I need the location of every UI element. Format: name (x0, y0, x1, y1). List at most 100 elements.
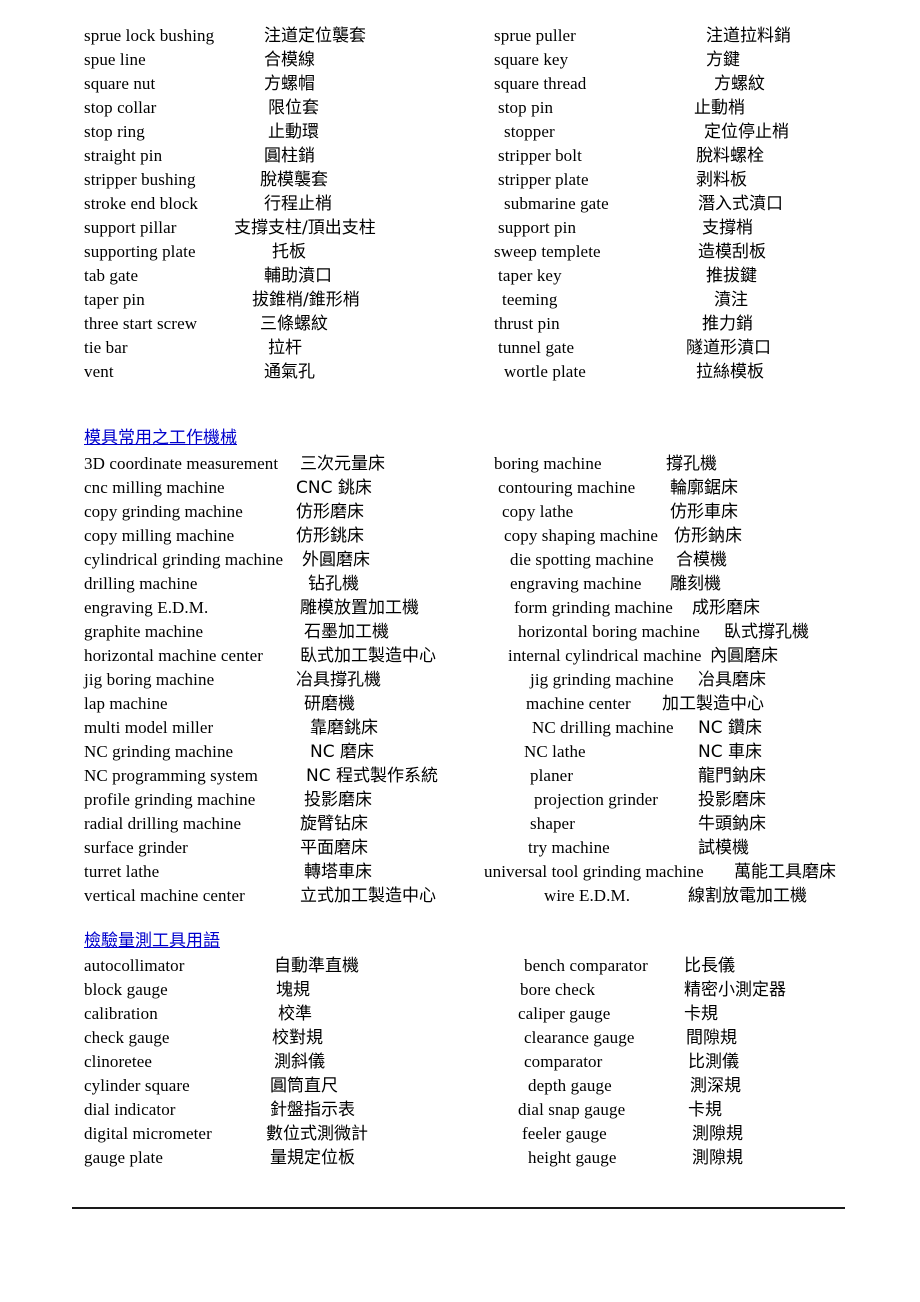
term-zh: 濆注 (714, 290, 748, 310)
term-en: digital micrometer (84, 1124, 212, 1143)
term-en: stop ring (84, 122, 145, 141)
term-zh: 石墨加工機 (304, 622, 389, 642)
term-zh: 測斜儀 (274, 1052, 325, 1072)
glossary-row: contouring machine 輪廓鋸床 (490, 476, 920, 500)
term-zh: 仿形銚床 (296, 526, 364, 546)
term-en: graphite machine (84, 622, 204, 641)
term-en: submarine gate (504, 194, 609, 213)
term-zh: 注道拉料銷 (706, 26, 791, 46)
footer-horizontal-rule (72, 1207, 845, 1209)
glossary-row: stop ring 止動環 (84, 120, 488, 144)
term-zh: 拉杆 (268, 338, 302, 358)
term-en: stop pin (498, 98, 554, 117)
term-en: contouring machine (498, 478, 636, 497)
term-en: square key (494, 50, 569, 69)
glossary-row: machine center 加工製造中心 (490, 692, 920, 716)
term-zh: 轉塔車床 (304, 862, 372, 882)
term-zh: 輔助濆口 (264, 266, 332, 286)
term-en: lap machine (84, 694, 168, 713)
glossary-row: vent 通氣孔 (84, 360, 488, 384)
term-en: die spotting machine (510, 550, 654, 569)
term-en: boring machine (494, 454, 602, 473)
glossary-row: form grinding machine 成形磨床 (490, 596, 920, 620)
glossary-row: projection grinder 投影磨床 (490, 788, 920, 812)
term-zh: 成形磨床 (692, 598, 760, 618)
glossary-row: taper key 推拔鍵 (490, 264, 920, 288)
glossary-row: engraving E.D.M. 雕模放置加工機 (84, 596, 488, 620)
term-zh: 研磨機 (304, 694, 355, 714)
glossary-row: bench comparator 比長儀 (490, 954, 920, 978)
term-en: horizontal boring machine (518, 622, 700, 641)
term-en: bore check (520, 980, 596, 999)
term-en: copy grinding machine (84, 502, 243, 521)
term-zh: 方螺帽 (264, 74, 315, 94)
term-zh: 冶具磨床 (698, 670, 766, 690)
term-zh: NC 磨床 (310, 742, 374, 762)
term-en: machine center (526, 694, 631, 713)
term-zh: 數位式測微計 (266, 1124, 368, 1144)
term-zh: 萬能工具磨床 (734, 862, 836, 882)
glossary-row: try machine 試模機 (490, 836, 920, 860)
term-zh: 自動準直機 (274, 956, 359, 976)
term-en: jig boring machine (84, 670, 215, 689)
term-zh: NC 程式製作系統 (306, 766, 438, 786)
term-zh: 圓柱銷 (264, 146, 315, 166)
term-en: stroke end block (84, 194, 198, 213)
glossary-row: NC programming system NC 程式製作系統 (84, 764, 488, 788)
term-zh: 卡規 (688, 1100, 722, 1120)
term-zh: 拉絲模板 (696, 362, 764, 382)
term-zh: 測隙規 (692, 1148, 743, 1168)
term-en: horizontal machine center (84, 646, 264, 665)
glossary-row: calibration 校準 (84, 1002, 488, 1026)
glossary-row: die spotting machine 合模機 (490, 548, 920, 572)
term-zh: NC 車床 (698, 742, 762, 762)
term-en: try machine (528, 838, 610, 857)
term-zh: 隧道形濆口 (686, 338, 771, 358)
term-zh: 方螺紋 (714, 74, 765, 94)
term-en: stop collar (84, 98, 157, 117)
glossary-row: feeler gauge 測隙規 (490, 1122, 920, 1146)
term-zh: 仿形鈉床 (674, 526, 742, 546)
glossary-row: stripper bushing 脫模襲套 (84, 168, 488, 192)
term-zh: 钻孔機 (308, 574, 359, 594)
glossary-row: clinoretee 測斜儀 (84, 1050, 488, 1074)
glossary-row: sprue puller 注道拉料銷 (490, 24, 920, 48)
section-measuring-tools-right-column: bench comparator 比長儀 bore check 精密小測定器 c… (490, 954, 920, 1170)
term-en: internal cylindrical machine (508, 646, 702, 665)
glossary-row: multi model miller 靠磨銚床 (84, 716, 488, 740)
section-heading-machine-tools[interactable]: 模具常用之工作機械 (84, 427, 237, 449)
glossary-row: horizontal machine center 臥式加工製造中心 (84, 644, 488, 668)
glossary-row: stop pin 止動梢 (490, 96, 920, 120)
term-en: copy lathe (502, 502, 574, 521)
glossary-row: comparator 比測儀 (490, 1050, 920, 1074)
glossary-row: support pin 支撐梢 (490, 216, 920, 240)
term-en: straight pin (84, 146, 163, 165)
term-en: cnc milling machine (84, 478, 225, 497)
glossary-row: stop collar 限位套 (84, 96, 488, 120)
term-zh: 比測儀 (688, 1052, 739, 1072)
term-zh: 外圓磨床 (302, 550, 370, 570)
term-zh: 止動梢 (694, 98, 745, 118)
term-zh: 拔錐梢/錐形梢 (252, 290, 360, 310)
section-heading-measuring-tools[interactable]: 檢驗量測工具用語 (84, 930, 220, 952)
glossary-row: surface grinder 平面磨床 (84, 836, 488, 860)
term-zh: 剥料板 (696, 170, 747, 190)
term-en: sprue lock bushing (84, 26, 215, 45)
document-page: sprue lock bushing 注道定位襲套 spue line 合模線 … (0, 0, 920, 1302)
term-zh: 限位套 (268, 98, 319, 118)
term-en: comparator (524, 1052, 603, 1071)
term-en: support pillar (84, 218, 177, 237)
term-en: radial drilling machine (84, 814, 242, 833)
glossary-row: copy milling machine 仿形銚床 (84, 524, 488, 548)
term-zh: 塊規 (276, 980, 310, 1000)
term-zh: 投影磨床 (698, 790, 766, 810)
term-en: sprue puller (494, 26, 576, 45)
term-zh: 卡規 (684, 1004, 718, 1024)
term-en: autocollimator (84, 956, 185, 975)
term-zh: 圓筒直尺 (270, 1076, 338, 1096)
glossary-row: square key 方鍵 (490, 48, 920, 72)
term-en: sweep templete (494, 242, 601, 261)
term-en: square nut (84, 74, 156, 93)
term-en: bench comparator (524, 956, 648, 975)
term-en: spue line (84, 50, 146, 69)
